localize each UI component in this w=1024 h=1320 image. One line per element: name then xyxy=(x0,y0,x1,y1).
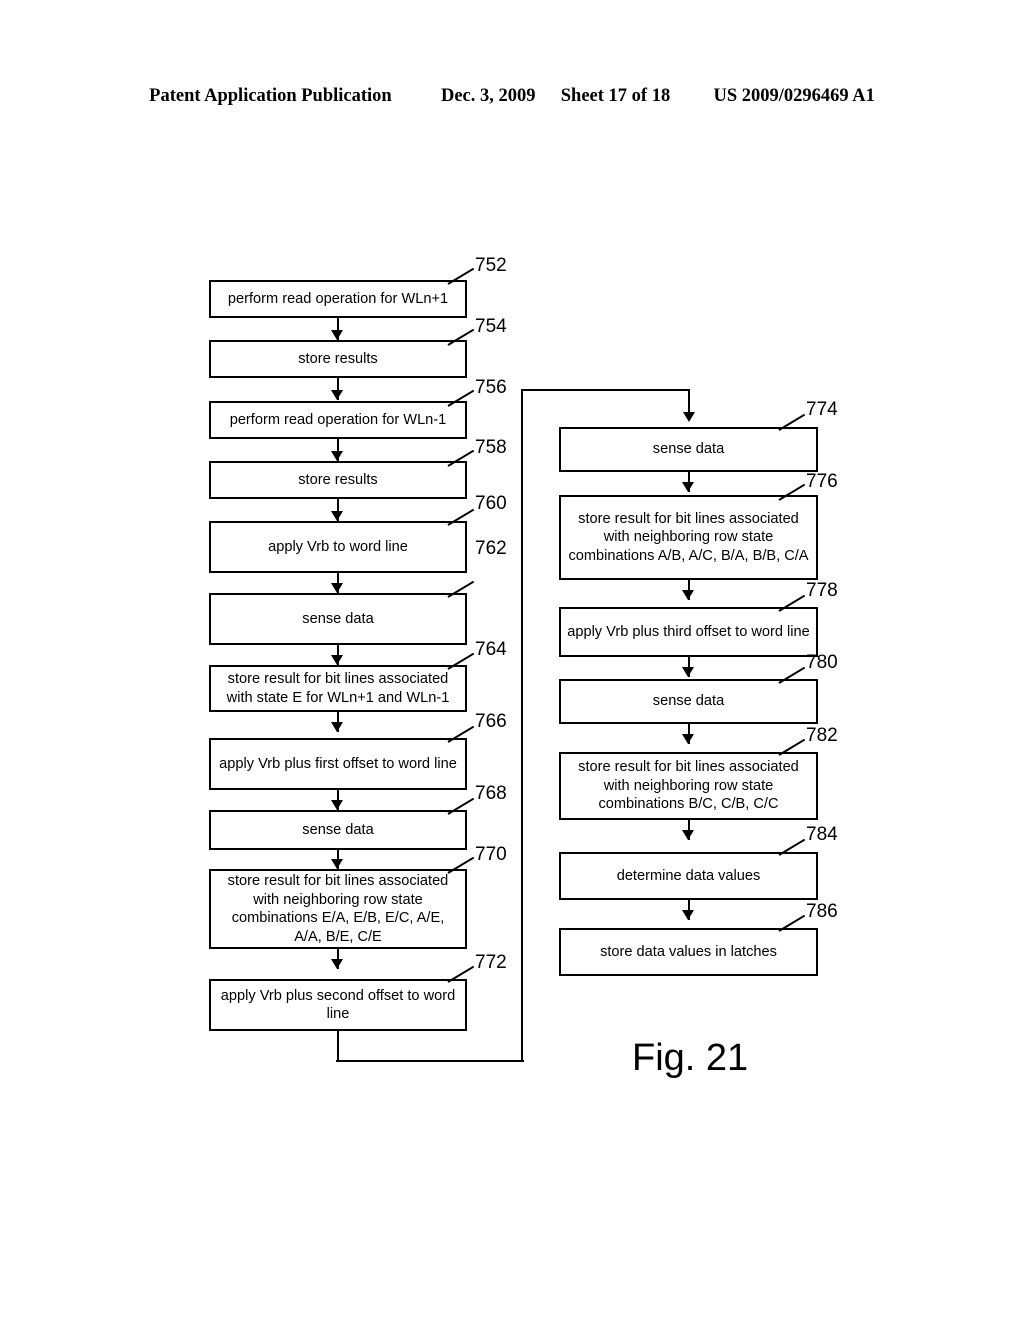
arrowhead-780-782 xyxy=(682,734,694,744)
arrowhead-774-776 xyxy=(682,482,694,492)
ref-numeral-786: 786 xyxy=(806,901,838,922)
flow-step-754[interactable]: store results xyxy=(209,340,467,378)
flow-step-756-label: perform read operation for WLn-1 xyxy=(229,411,447,428)
ref-numeral-768: 768 xyxy=(475,783,507,804)
arrowhead-764-766 xyxy=(331,722,343,732)
arrowhead-754-756 xyxy=(331,390,343,400)
ref-numeral-754: 754 xyxy=(475,316,507,337)
flow-step-774-label: sense data xyxy=(652,441,725,458)
flow-step-768-label: sense data xyxy=(302,821,374,838)
flow-step-772[interactable]: apply Vrb plus second offset to word lin… xyxy=(209,979,467,1031)
arrowhead-766-768 xyxy=(331,800,343,810)
figure-caption: Fig. 21 xyxy=(632,1037,749,1079)
ref-numeral-764: 764 xyxy=(475,639,507,660)
arrowhead-wrap-into-774 xyxy=(683,412,695,422)
arrowhead-758-760 xyxy=(331,511,343,521)
ref-numeral-756: 756 xyxy=(475,377,507,398)
wrap-connector-riser xyxy=(521,390,523,1062)
wrap-connector-bottom-run xyxy=(336,1060,524,1062)
flow-step-764[interactable]: store result for bit lines associated wi… xyxy=(209,665,467,712)
flow-step-752-label: perform read operation for WLn+1 xyxy=(227,290,449,307)
arrowhead-778-780 xyxy=(682,667,694,677)
flow-step-760[interactable]: apply Vrb to word line xyxy=(209,521,467,573)
ref-numeral-774: 774 xyxy=(806,399,838,420)
flow-step-782[interactable]: store result for bit lines associated wi… xyxy=(559,752,818,820)
ref-numeral-778: 778 xyxy=(806,580,838,601)
flow-step-754-label: store results xyxy=(298,350,378,367)
flow-step-756[interactable]: perform read operation for WLn-1 xyxy=(209,401,467,439)
flow-step-784[interactable]: determine data values xyxy=(559,852,818,900)
flow-step-766-label: apply Vrb plus first offset to word line xyxy=(219,755,457,772)
ref-numeral-762: 762 xyxy=(475,538,507,559)
flow-step-776[interactable]: store result for bit lines associated wi… xyxy=(559,495,818,580)
flow-step-780[interactable]: sense data xyxy=(559,679,818,724)
ref-numeral-766: 766 xyxy=(475,711,507,732)
arrowhead-762-764 xyxy=(331,655,343,665)
ref-numeral-758: 758 xyxy=(475,437,507,458)
flow-step-778-label: apply Vrb plus third offset to word line xyxy=(567,623,810,640)
arrowhead-752-754 xyxy=(331,330,343,340)
arrowhead-770-772 xyxy=(331,959,343,969)
flow-step-768[interactable]: sense data xyxy=(209,810,467,850)
flowchart-figure-21: perform read operation for WLn+1 752 sto… xyxy=(0,0,1024,1320)
flow-step-766[interactable]: apply Vrb plus first offset to word line xyxy=(209,738,467,790)
arrowhead-756-758 xyxy=(331,451,343,461)
flow-step-782-label: store result for bit lines associated wi… xyxy=(578,759,799,813)
arrowhead-782-784 xyxy=(682,830,694,840)
ref-numeral-776: 776 xyxy=(806,471,838,492)
flow-step-778[interactable]: apply Vrb plus third offset to word line xyxy=(559,607,818,657)
arrowhead-784-786 xyxy=(682,910,694,920)
ref-numeral-780: 780 xyxy=(806,652,838,673)
ref-numeral-752: 752 xyxy=(475,255,507,276)
flow-step-762-label: sense data xyxy=(302,610,374,627)
flow-step-760-label: apply Vrb to word line xyxy=(268,538,408,555)
ref-numeral-770: 770 xyxy=(475,844,507,865)
arrowhead-760-762 xyxy=(331,583,343,593)
flow-step-764-label: store result for bit lines associated wi… xyxy=(226,671,450,706)
wrap-connector-down-from-772 xyxy=(337,1031,339,1062)
arrowhead-776-778 xyxy=(682,590,694,600)
wrap-connector-top-run xyxy=(521,389,690,391)
flow-step-770-label: store result for bit lines associated wi… xyxy=(227,873,449,945)
flow-step-786[interactable]: store data values in latches xyxy=(559,928,818,976)
flow-step-762[interactable]: sense data xyxy=(209,593,467,645)
flow-step-772-label: apply Vrb plus second offset to word lin… xyxy=(220,987,456,1023)
flow-step-758-label: store results xyxy=(298,471,378,488)
flow-step-770[interactable]: store result for bit lines associated wi… xyxy=(209,869,467,949)
flow-step-784-label: determine data values xyxy=(616,867,761,884)
ref-numeral-784: 784 xyxy=(806,824,838,845)
ref-numeral-760: 760 xyxy=(475,493,507,514)
flow-step-786-label: store data values in latches xyxy=(600,943,777,960)
ref-numeral-782: 782 xyxy=(806,725,838,746)
flow-step-758[interactable]: store results xyxy=(209,461,467,499)
flow-step-780-label: sense data xyxy=(652,693,725,710)
flow-step-752[interactable]: perform read operation for WLn+1 xyxy=(209,280,467,318)
flow-step-774[interactable]: sense data xyxy=(559,427,818,472)
ref-numeral-772: 772 xyxy=(475,952,507,973)
arrowhead-768-770 xyxy=(331,859,343,869)
flow-step-776-label: store result for bit lines associated wi… xyxy=(568,510,809,564)
